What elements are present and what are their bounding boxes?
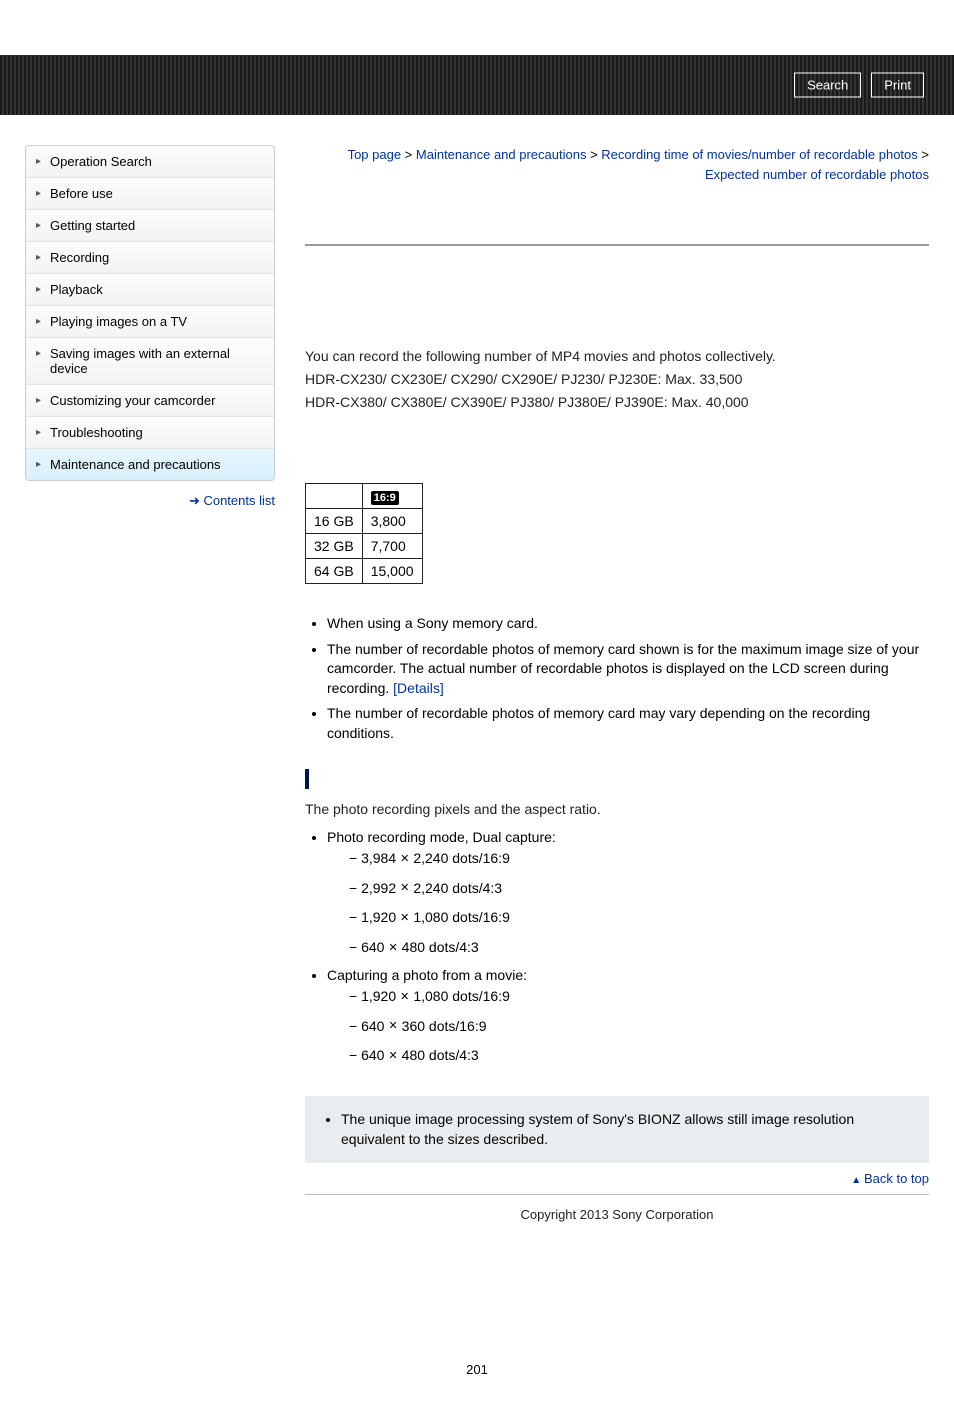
multiply-icon: ✕: [388, 1019, 397, 1034]
main-content: Top page > Maintenance and precautions >…: [305, 145, 929, 1262]
multiply-icon: ✕: [400, 911, 409, 926]
list-item: The number of recordable photos of memor…: [327, 640, 929, 699]
list-item: 1,920✕1,080 dots/16:9: [349, 985, 929, 1009]
copyright-text: Copyright 2013 Sony Corporation: [305, 1194, 929, 1262]
intro-line-3: HDR-CX380/ CX380E/ CX390E/ PJ380/ PJ380E…: [305, 392, 929, 413]
breadcrumb-top[interactable]: Top page: [348, 147, 402, 162]
list-item: 640✕360 dots/16:9: [349, 1015, 929, 1039]
list-item: Capturing a photo from a movie: 1,920✕1,…: [327, 966, 929, 1068]
breadcrumb: Top page > Maintenance and precautions >…: [305, 145, 929, 184]
list-item: Photo recording mode, Dual capture: 3,98…: [327, 828, 929, 960]
multiply-icon: ✕: [388, 1049, 397, 1064]
intro-line-1: You can record the following number of M…: [305, 346, 929, 367]
sidebar-item-troubleshooting[interactable]: Troubleshooting: [26, 416, 274, 448]
list-item: When using a Sony memory card.: [327, 614, 929, 634]
search-button[interactable]: Search: [794, 73, 861, 98]
page-number: 201: [0, 1362, 954, 1407]
sidebar-item-saving-external[interactable]: Saving images with an external device: [26, 337, 274, 384]
section-marker-icon: [305, 769, 309, 789]
sidebar-item-maintenance[interactable]: Maintenance and precautions: [26, 448, 274, 480]
note-text: The unique image processing system of So…: [341, 1110, 913, 1149]
table-row: 64 GB15,000: [306, 559, 423, 584]
table-row: 16 GB3,800: [306, 509, 423, 534]
details-link[interactable]: [Details]: [393, 680, 444, 696]
breadcrumb-category[interactable]: Maintenance and precautions: [416, 147, 587, 162]
list-item: 640✕480 dots/4:3: [349, 1044, 929, 1068]
list-item: The number of recordable photos of memor…: [327, 704, 929, 743]
ratio-badge-icon: 16:9: [371, 491, 399, 505]
breadcrumb-page[interactable]: Expected number of recordable photos: [705, 167, 929, 182]
multiply-icon: ✕: [400, 852, 409, 867]
back-to-top-link[interactable]: Back to top: [851, 1171, 929, 1186]
multiply-icon: ✕: [400, 990, 409, 1005]
sidebar-item-recording[interactable]: Recording: [26, 241, 274, 273]
list-item: 3,984✕2,240 dots/16:9: [349, 847, 929, 871]
note-box: The unique image processing system of So…: [305, 1096, 929, 1163]
print-button[interactable]: Print: [871, 73, 924, 98]
header-bar: Search Print: [0, 55, 954, 115]
multiply-icon: ✕: [400, 881, 409, 896]
intro-line-2: HDR-CX230/ CX230E/ CX290/ CX290E/ PJ230/…: [305, 369, 929, 390]
sidebar: Operation Search Before use Getting star…: [25, 145, 275, 1262]
notes-list: When using a Sony memory card. The numbe…: [305, 614, 929, 744]
multiply-icon: ✕: [388, 941, 397, 956]
divider: [305, 244, 929, 246]
table-row: 32 GB7,700: [306, 534, 423, 559]
pixels-intro: The photo recording pixels and the aspec…: [305, 799, 929, 820]
capacity-table: 16:9 16 GB3,800 32 GB7,700 64 GB15,000: [305, 483, 423, 584]
list-item: 640✕480 dots/4:3: [349, 936, 929, 960]
sidebar-item-before-use[interactable]: Before use: [26, 177, 274, 209]
sidebar-item-operation-search[interactable]: Operation Search: [26, 146, 274, 177]
sidebar-item-playing-tv[interactable]: Playing images on a TV: [26, 305, 274, 337]
list-item: 2,992✕2,240 dots/4:3: [349, 877, 929, 901]
contents-list-link[interactable]: Contents list: [189, 493, 275, 508]
sidebar-item-customizing[interactable]: Customizing your camcorder: [26, 384, 274, 416]
list-item: 1,920✕1,080 dots/16:9: [349, 906, 929, 930]
breadcrumb-sub[interactable]: Recording time of movies/number of recor…: [601, 147, 918, 162]
sidebar-item-getting-started[interactable]: Getting started: [26, 209, 274, 241]
sidebar-item-playback[interactable]: Playback: [26, 273, 274, 305]
